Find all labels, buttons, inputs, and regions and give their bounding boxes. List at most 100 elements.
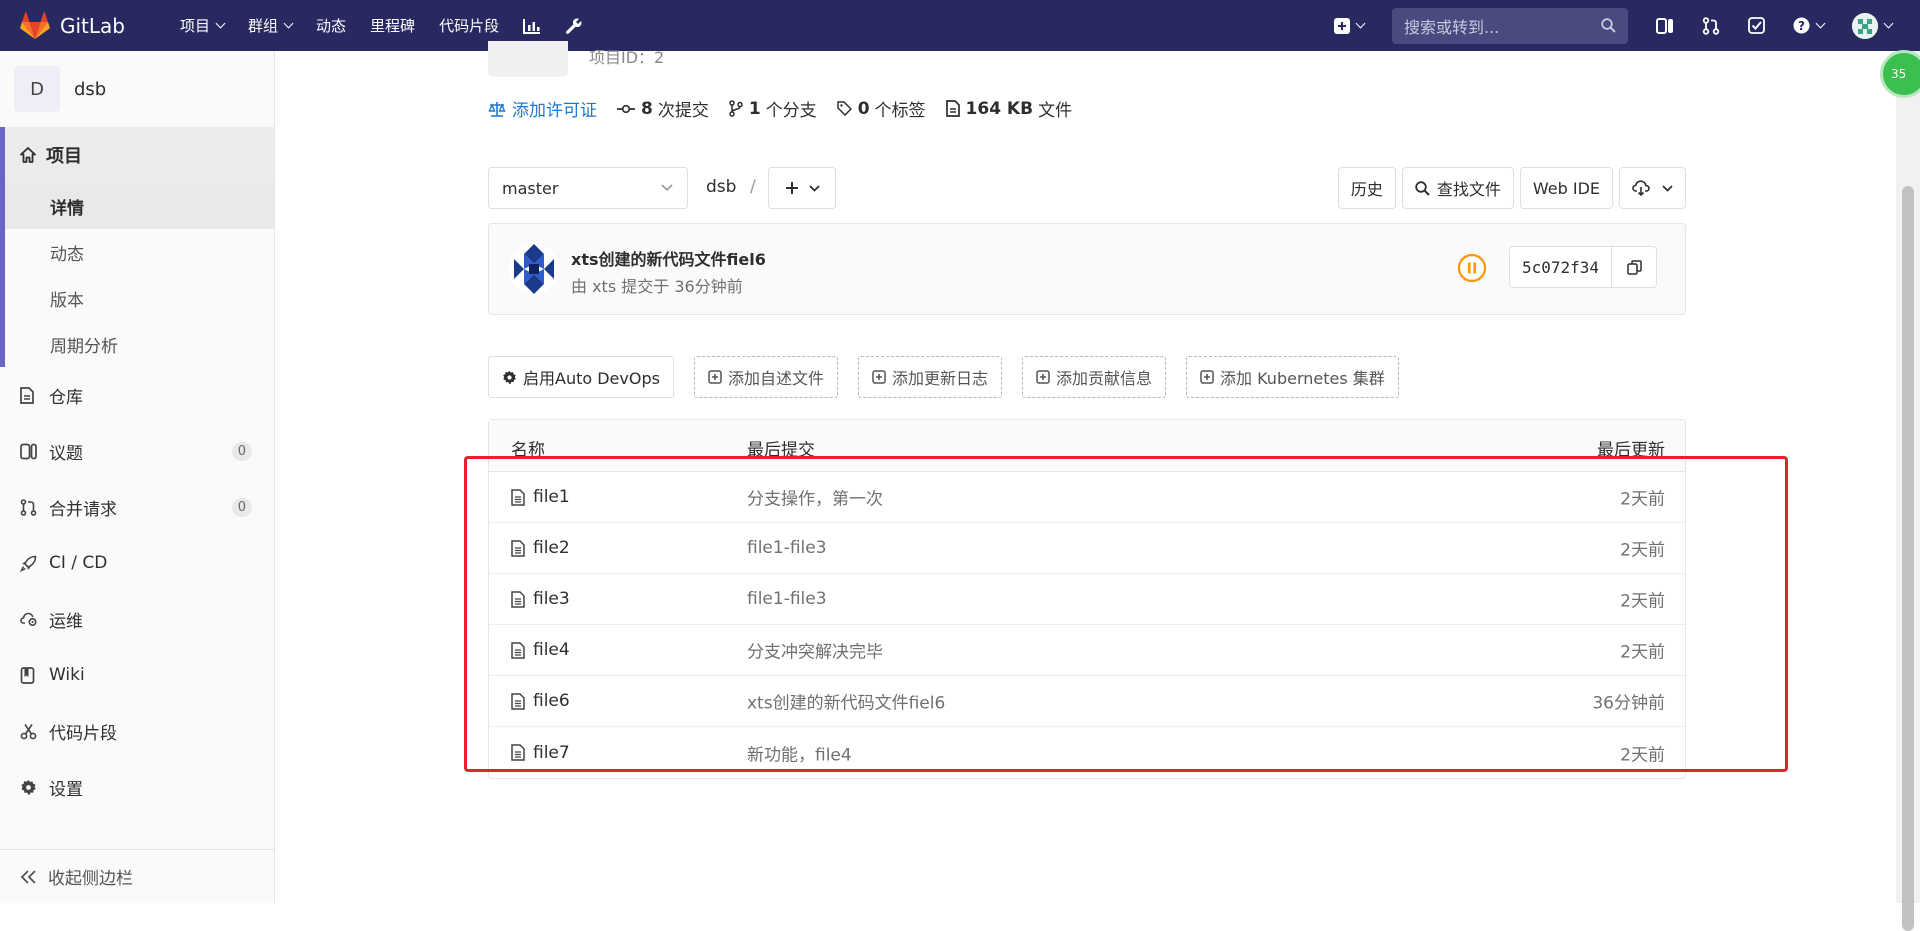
file-link[interactable]: file4	[511, 640, 570, 660]
file-last-commit[interactable]: 分支操作，第一次	[747, 485, 883, 510]
collapse-sidebar-button[interactable]: 收起侧边栏	[0, 849, 274, 903]
nav-item-analytics[interactable]	[523, 18, 541, 34]
todos-shortcut[interactable]	[1748, 17, 1765, 34]
sidebar-item-issues[interactable]: 议题 0	[0, 423, 274, 479]
add-kubernetes-cluster-button[interactable]: 添加 Kubernetes 集群	[1186, 356, 1399, 398]
sidebar-label: CI / CD	[49, 553, 108, 573]
chevron-down-icon	[808, 184, 820, 192]
nav-item-projects[interactable]: 项目	[180, 15, 226, 36]
find-file-button[interactable]: 查找文件	[1401, 167, 1514, 209]
sidebar-item-repository[interactable]: 仓库	[0, 367, 274, 423]
table-row[interactable]: file1 分支操作，第一次 2天前	[489, 472, 1685, 523]
action-label: 添加自述文件	[727, 369, 824, 388]
sidebar-project-header[interactable]: D dsb	[0, 51, 274, 127]
file-link[interactable]: file7	[511, 743, 570, 763]
sidebar-item-project[interactable]: 项目	[5, 127, 274, 183]
sidebar-subitem-releases[interactable]: 版本	[5, 275, 274, 321]
file-link[interactable]: file1	[511, 487, 570, 507]
file-icon	[511, 590, 525, 608]
search-input[interactable]: 搜索或转到...	[1392, 7, 1628, 44]
file-link[interactable]: file3	[511, 589, 570, 609]
add-changelog-button[interactable]: 添加更新日志	[857, 356, 1002, 398]
table-row[interactable]: file4 分支冲突解决完毕 2天前	[489, 625, 1685, 676]
home-icon	[20, 147, 36, 163]
project-sidebar: D dsb 项目 详情 动态 版本 周期分析 仓库 议题 0 合并请求 0 CI…	[0, 51, 275, 903]
sidebar-item-ci-cd[interactable]: CI / CD	[0, 535, 274, 591]
nav-item-snippets[interactable]: 代码片段	[439, 15, 499, 36]
add-to-tree-button[interactable]	[768, 167, 836, 209]
table-row[interactable]: file2 file1-file3 2天前	[489, 523, 1685, 574]
enable-auto-devops-button[interactable]: 启用Auto DevOps	[488, 356, 674, 398]
issues-icon	[20, 443, 40, 460]
action-label: 启用Auto DevOps	[523, 369, 660, 388]
merge-requests-count-badge: 0	[231, 497, 252, 517]
chevron-down-icon	[1355, 18, 1366, 29]
file-last-commit[interactable]: file1-file3	[747, 538, 827, 558]
action-label: 添加贡献信息	[1056, 369, 1153, 388]
issues-icon	[1656, 17, 1673, 34]
sidebar-item-merge-requests[interactable]: 合并请求 0	[0, 479, 274, 535]
scrollbar[interactable]	[1896, 51, 1920, 931]
commit-author-avatar[interactable]	[509, 244, 559, 294]
sidebar-label: 仓库	[49, 387, 83, 408]
file-last-commit[interactable]: xts创建的新代码文件fiel6	[747, 689, 945, 714]
table-row[interactable]: file7 新功能，file4 2天前	[489, 727, 1685, 778]
help-dropdown[interactable]: ?	[1793, 17, 1826, 34]
branches-count: 1	[748, 98, 761, 119]
gitlab-logo-icon	[20, 11, 50, 39]
nav-item-groups[interactable]: 群组	[248, 15, 294, 36]
commits-count: 8	[641, 98, 653, 119]
sidebar-subitem-cycle-analytics[interactable]: 周期分析	[5, 321, 274, 367]
nav-item-milestones[interactable]: 里程碑	[370, 15, 415, 36]
nav-label: 里程碑	[370, 17, 416, 35]
add-license-link[interactable]: 添加许可证	[488, 96, 597, 121]
table-row[interactable]: file6 xts创建的新代码文件fiel6 36分钟前	[489, 676, 1685, 727]
doc-icon	[20, 386, 40, 404]
history-button[interactable]: 历史	[1337, 167, 1396, 209]
sidebar-item-operations[interactable]: 运维	[0, 591, 274, 647]
sidebar-subitem-activity[interactable]: 动态	[5, 229, 274, 275]
path-breadcrumb[interactable]: dsb	[706, 177, 736, 197]
web-ide-button[interactable]: Web IDE	[1519, 167, 1613, 209]
download-dropdown[interactable]	[1619, 167, 1686, 209]
wrench-icon	[566, 18, 582, 34]
brand[interactable]: GitLab	[20, 11, 160, 40]
floating-badge[interactable]: 35	[1880, 50, 1920, 98]
pipeline-paused-icon[interactable]	[1457, 253, 1487, 283]
nav-item-activity[interactable]: 动态	[316, 15, 346, 36]
sidebar-subitem-details[interactable]: 详情	[5, 183, 274, 229]
add-readme-button[interactable]: 添加自述文件	[693, 356, 838, 398]
commit-title-link[interactable]: xts创建的新代码文件fiel6	[571, 246, 766, 270]
file-icon	[511, 488, 525, 506]
branch-select[interactable]: master	[488, 167, 688, 209]
file-last-commit[interactable]: 新功能，file4	[747, 740, 852, 765]
sidebar-item-wiki[interactable]: Wiki	[0, 647, 274, 703]
copy-sha-button[interactable]	[1612, 247, 1656, 287]
sidebar-item-snippets[interactable]: 代码片段	[0, 703, 274, 759]
new-dropdown[interactable]	[1334, 17, 1366, 34]
tags-link[interactable]: 0 个标签	[836, 96, 926, 121]
project-avatar: D	[14, 66, 60, 112]
add-contribution-button[interactable]: 添加贡献信息	[1022, 356, 1167, 398]
branches-link[interactable]: 1 个分支	[729, 96, 817, 121]
sidebar-item-settings[interactable]: 设置	[0, 759, 274, 815]
file-link[interactable]: file2	[511, 538, 570, 558]
sidebar-label: 设置	[49, 779, 83, 800]
commit-sha[interactable]: 5c072f34	[1510, 247, 1613, 287]
file-last-commit[interactable]: file1-file3	[747, 589, 827, 609]
issues-shortcut[interactable]	[1656, 17, 1674, 35]
scrollbar-thumb[interactable]	[1902, 186, 1914, 931]
table-row[interactable]: file3 file1-file3 2天前	[489, 574, 1685, 625]
file-link[interactable]: file6	[511, 691, 570, 711]
project-id: 项目ID：2	[589, 48, 665, 67]
file-name: file1	[533, 487, 570, 507]
file-last-commit[interactable]: 分支冲突解决完毕	[747, 638, 883, 663]
merge-requests-shortcut[interactable]	[1702, 16, 1720, 35]
plus-square-icon	[1200, 370, 1214, 384]
copy-icon	[1626, 259, 1642, 275]
user-dropdown[interactable]	[1852, 12, 1894, 39]
file-last-update: 36分钟前	[1592, 693, 1665, 714]
nav-right: 搜索或转到... ?	[1334, 0, 1920, 51]
commits-link[interactable]: 8 次提交	[617, 96, 709, 121]
nav-item-admin[interactable]	[565, 17, 583, 35]
